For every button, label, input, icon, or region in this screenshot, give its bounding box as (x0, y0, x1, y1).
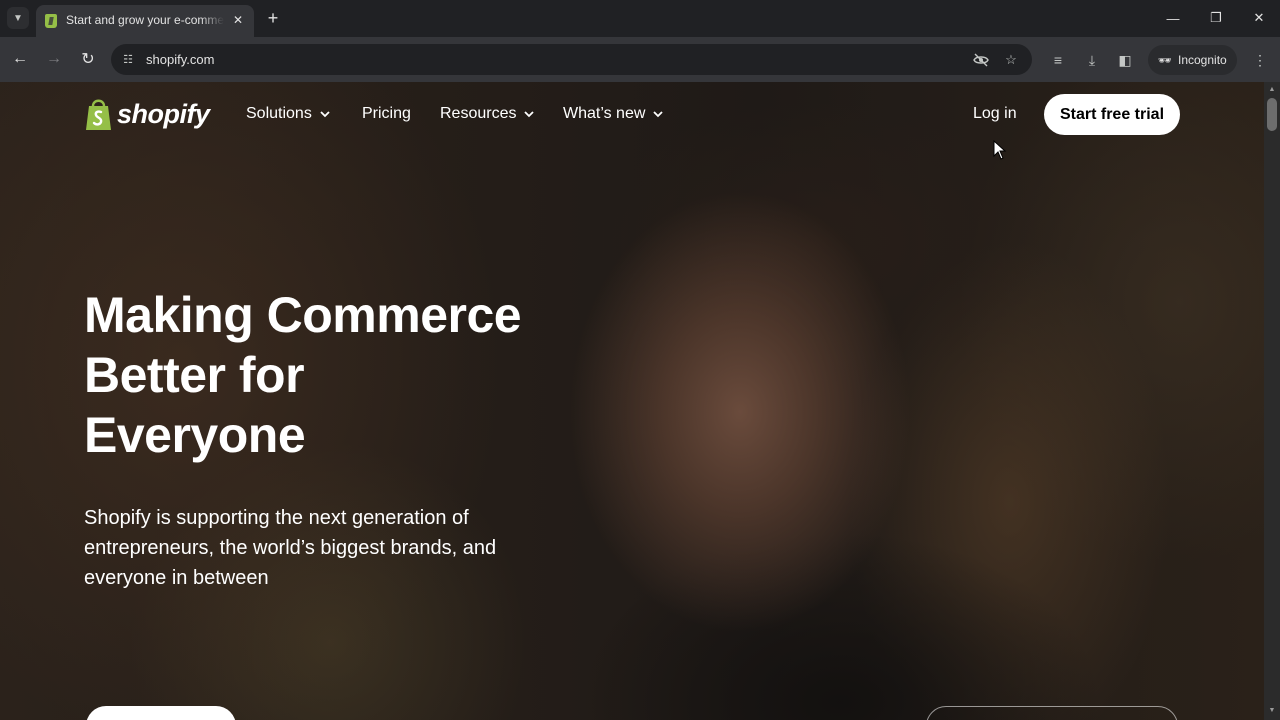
playlist-icon: ≡ (1053, 52, 1063, 68)
incognito-icon: 🕶 (1158, 54, 1172, 67)
tab-active[interactable]: Start and grow your e-commerce ✕ (36, 5, 254, 37)
hero-subhead: Shopify is supporting the next generatio… (84, 507, 497, 589)
nav-resources[interactable]: Resources (440, 105, 535, 123)
back-button[interactable]: ← (9, 48, 31, 70)
nav-solutions-label: Solutions (246, 105, 312, 122)
start-free-trial-button[interactable]: Start free trial (1044, 94, 1180, 135)
tab-strip: ▼ Start and grow your e-commerce ✕ + — ❐… (0, 0, 1280, 37)
shopify-logo[interactable]: shopify (84, 96, 210, 132)
login-link[interactable]: Log in (973, 105, 1017, 123)
nav-solutions[interactable]: Solutions (246, 105, 330, 123)
reload-button[interactable]: ↻ (77, 48, 99, 70)
chevron-down-icon (320, 111, 330, 118)
shopify-bag-icon (86, 99, 111, 130)
tab-search-button[interactable]: ▼ (7, 7, 29, 29)
minimize-button[interactable]: — (1160, 6, 1186, 30)
new-tab-button[interactable]: + (263, 8, 283, 28)
reload-icon: ↻ (81, 51, 95, 68)
bookmark-button[interactable]: ☆ (1001, 50, 1021, 70)
chevron-down-icon (653, 111, 664, 118)
headline-line: Better for (84, 347, 305, 403)
nav-resources-label: Resources (440, 105, 517, 122)
incognito-indicator[interactable]: 🕶 Incognito (1148, 45, 1237, 75)
hero-secondary-button[interactable] (926, 706, 1178, 720)
browser-toolbar: ← → ↻ ☷ shopify.com ☆ ≡ ⤓ ◧ 🕶 Incognito … (0, 37, 1280, 82)
close-icon: ✕ (1253, 10, 1265, 25)
media-controls-button[interactable]: ≡ (1047, 49, 1069, 71)
browser-menu-button[interactable]: ⋮ (1249, 49, 1271, 71)
site-info-button[interactable]: ☷ (121, 52, 135, 66)
url-text[interactable]: shopify.com (146, 52, 214, 67)
tab-title: Start and grow your e-commerce (66, 13, 224, 27)
arrow-right-icon: → (46, 50, 62, 67)
nav-pricing[interactable]: Pricing (362, 105, 411, 123)
logo-text: shopify (117, 98, 210, 129)
more-vert-icon: ⋮ (1253, 51, 1267, 68)
headline-line: Making Commerce (84, 287, 522, 343)
plus-icon: + (267, 7, 279, 28)
scrollbar-thumb[interactable] (1267, 98, 1277, 131)
restore-icon: ❐ (1210, 10, 1222, 25)
downloads-button[interactable]: ⤓ (1081, 49, 1103, 71)
side-panel-icon: ◧ (1118, 51, 1132, 68)
close-icon: ✕ (232, 13, 244, 27)
minimize-icon: — (1166, 10, 1180, 26)
tab-close-button[interactable]: ✕ (230, 12, 246, 28)
restore-button[interactable]: ❐ (1203, 6, 1229, 30)
scroll-up-icon[interactable]: ▲ (1268, 85, 1276, 93)
hero-primary-button[interactable] (86, 706, 236, 720)
tracking-protection-button[interactable] (971, 50, 991, 70)
close-window-button[interactable]: ✕ (1246, 6, 1272, 30)
star-icon: ☆ (1005, 52, 1017, 67)
download-icon: ⤓ (1088, 51, 1096, 68)
page-scrollbar[interactable]: ▲ ▼ (1264, 82, 1280, 720)
chevron-down-icon (524, 111, 535, 118)
eye-off-icon (973, 53, 989, 67)
arrow-left-icon: ← (12, 50, 28, 67)
nav-whats-new[interactable]: What’s new (563, 105, 664, 123)
nav-whats-new-label: What’s new (563, 105, 646, 122)
hero-headline: Making Commerce Better for Everyone (84, 285, 564, 465)
headline-line: Everyone (84, 407, 306, 463)
chevron-down-icon: ▼ (13, 12, 23, 24)
mouse-cursor-icon (993, 140, 1007, 160)
side-panel-button[interactable]: ◧ (1114, 49, 1136, 71)
scroll-down-icon[interactable]: ▼ (1268, 706, 1276, 714)
incognito-label: Incognito (1178, 53, 1227, 67)
hero-section: shopify Solutions Pricing Resources What… (0, 82, 1264, 720)
address-bar[interactable]: ☷ shopify.com ☆ (111, 44, 1032, 75)
shopify-favicon-icon (45, 14, 57, 28)
forward-button[interactable]: → (43, 48, 65, 70)
nav-pricing-label: Pricing (362, 105, 411, 122)
tune-icon: ☷ (123, 53, 133, 66)
